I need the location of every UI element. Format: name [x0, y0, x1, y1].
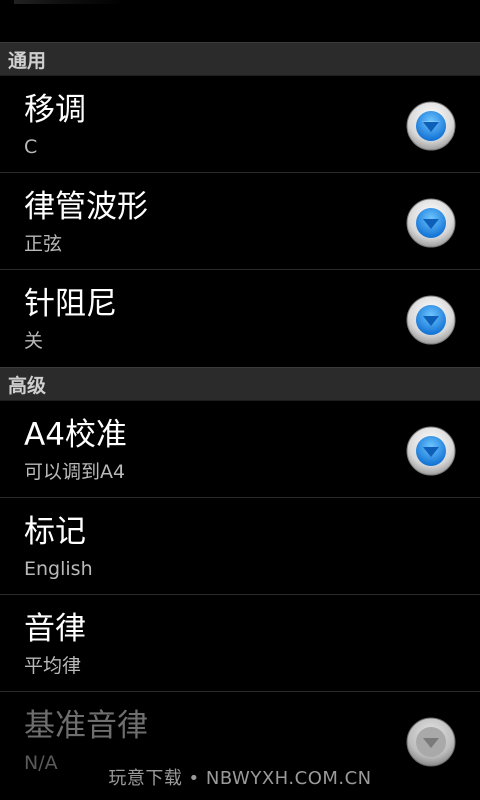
- dropdown-icon-disabled: [406, 717, 456, 767]
- pref-summary: 平均律: [24, 655, 82, 677]
- pref-title: 针阻尼: [24, 286, 117, 322]
- pref-needle-damping[interactable]: 针阻尼 关: [0, 270, 480, 367]
- pref-title: 基准音律: [24, 708, 148, 744]
- status-bar-area: [0, 0, 480, 42]
- pref-summary: 正弦: [24, 233, 63, 255]
- section-header-general: 通用: [0, 42, 480, 76]
- pref-temperament[interactable]: 音律 平均律: [0, 595, 480, 692]
- pref-title: A4校准: [24, 417, 127, 453]
- pref-pipe-waveform[interactable]: 律管波形 正弦: [0, 173, 480, 270]
- pref-title: 律管波形: [24, 189, 148, 225]
- pref-title: 标记: [24, 514, 86, 550]
- status-bar-remnant: [14, 0, 124, 4]
- pref-title: 音律: [24, 611, 86, 647]
- dropdown-icon[interactable]: [406, 426, 456, 476]
- pref-summary: C: [24, 136, 38, 158]
- dropdown-icon[interactable]: [406, 198, 456, 248]
- pref-summary: 可以调到A4: [24, 461, 126, 483]
- dropdown-icon[interactable]: [406, 295, 456, 345]
- watermark-text: 玩意下载 • NBWYXH.COM.CN: [108, 768, 372, 789]
- pref-a4-calibration[interactable]: A4校准 可以调到A4: [0, 401, 480, 498]
- dropdown-icon[interactable]: [406, 101, 456, 151]
- preferences-screen: 通用 移调 C 律管波形 正弦 针阻尼 关 高级 A4校准 可以调到A4 标记 …: [0, 0, 480, 800]
- section-header-advanced: 高级: [0, 367, 480, 401]
- pref-transpose[interactable]: 移调 C: [0, 76, 480, 173]
- pref-notation[interactable]: 标记 English: [0, 498, 480, 595]
- pref-summary: 关: [24, 330, 44, 352]
- pref-summary: English: [24, 558, 93, 580]
- pref-title: 移调: [24, 92, 86, 128]
